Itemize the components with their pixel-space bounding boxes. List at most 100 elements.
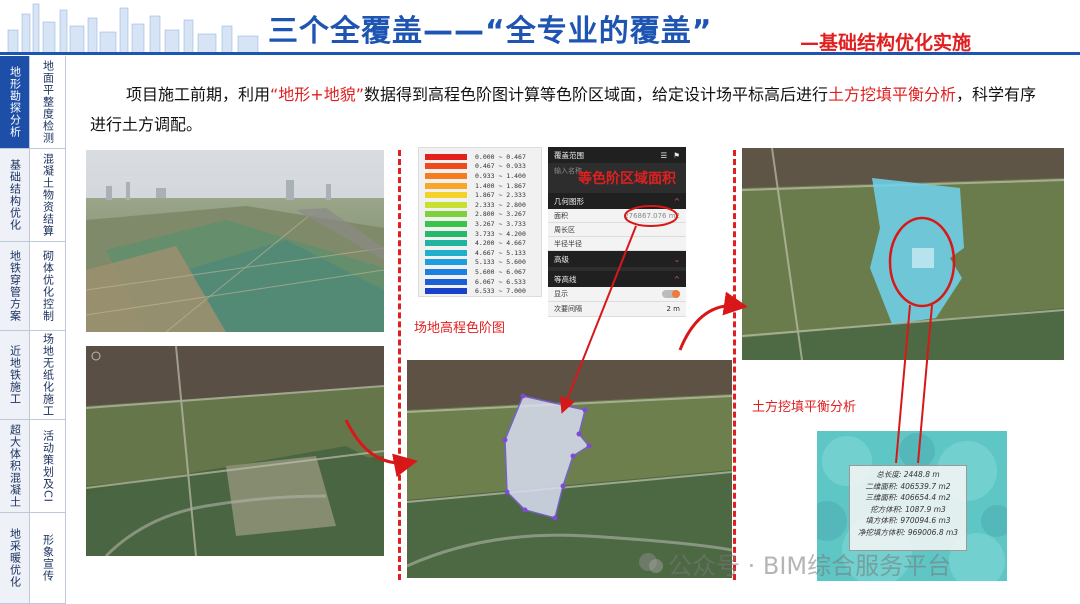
legend-swatch <box>425 240 467 247</box>
stat-cut-volume: 挖方体积: 1087.9 m3 <box>870 504 946 514</box>
aerial-map-original <box>86 346 384 556</box>
watermark-text: 公众号 · BIM综合服务平台 <box>668 552 952 580</box>
legend-swatch <box>425 192 467 199</box>
divider-dashed-line <box>733 150 736 580</box>
legend-item: 2.800 ~ 3.267 <box>425 210 535 220</box>
nav-sub-label[interactable]: 混凝土物资结算 <box>31 149 66 241</box>
legend-range: 3.733 ~ 4.200 <box>475 229 526 238</box>
nav-item-foundation[interactable]: 基础结构优化 混凝土物资结算 <box>0 149 66 242</box>
nav-category-label[interactable]: 地形勘探分析 <box>0 56 30 148</box>
nav-category-label[interactable]: 近地铁施工 <box>0 331 30 419</box>
legend-swatch <box>425 278 467 285</box>
chevron-down-icon: ⌄ <box>673 254 680 264</box>
stat-net-volume: 净挖填方体积: 969006.8 m3 <box>857 527 959 537</box>
nav-sub-label[interactable]: 活动策划及CI <box>31 420 66 512</box>
legend-item: 6.067 ~ 6.533 <box>425 277 535 287</box>
legend-item: 4.200 ~ 4.667 <box>425 238 535 248</box>
page-subtitle: —基础结构优化实施 <box>800 32 972 54</box>
flag-icon[interactable]: ⚑ <box>673 151 680 160</box>
construction-site-photo <box>86 150 384 332</box>
legend-item: 1.400 ~ 1.867 <box>425 181 535 191</box>
city-skyline-graphic <box>0 0 265 58</box>
legend-range: 1.867 ~ 2.333 <box>475 191 526 200</box>
nav-category-label[interactable]: 地铁穿管方案 <box>0 242 30 330</box>
legend-swatch <box>425 230 467 237</box>
nav-item-terrain[interactable]: 地形勘探分析 地面平整度检测 <box>0 56 66 149</box>
section-elevation[interactable]: 高级 ⌄ <box>548 251 686 267</box>
legend-range: 3.267 ~ 3.733 <box>475 219 526 228</box>
nav-category-label[interactable]: 超大体积混凝土 <box>0 420 30 512</box>
legend-item: 3.267 ~ 3.733 <box>425 219 535 229</box>
area-row: 面积 276867.076 m2 <box>548 209 686 223</box>
section-geometry[interactable]: 几何图形 ^ <box>548 193 686 209</box>
legend-range: 0.467 ~ 0.933 <box>475 162 526 171</box>
stat-3d-area: 三维面积: 406654.4 m2 <box>865 493 951 502</box>
chevron-up-icon: ^ <box>673 274 680 284</box>
legend-item: 0.000 ~ 0.467 <box>425 152 535 162</box>
nav-category-label[interactable]: 地采暖优化 <box>0 513 30 603</box>
divider-dashed-line <box>398 150 401 580</box>
interval-row: 次要间隔 2 m <box>548 302 686 317</box>
show-row: 显示 <box>548 287 686 302</box>
stat-total-length: 总长度: 2448.8 m <box>876 470 940 479</box>
menu-icon[interactable]: ☰ <box>661 151 668 160</box>
legend-swatch <box>425 288 467 295</box>
legend-item: 2.333 ~ 2.800 <box>425 200 535 210</box>
legend-swatch <box>425 268 467 275</box>
nav-item-mass-concrete[interactable]: 超大体积混凝土 活动策划及CI <box>0 420 66 513</box>
legend-swatch <box>425 211 467 218</box>
legend-range: 1.400 ~ 1.867 <box>475 181 526 190</box>
show-toggle[interactable] <box>662 290 680 298</box>
aerial-map-elevation-fill <box>742 148 1064 360</box>
legend-range: 2.800 ~ 3.267 <box>475 210 526 219</box>
legend-range: 4.200 ~ 4.667 <box>475 239 526 248</box>
legend-range: 5.133 ~ 5.600 <box>475 258 526 267</box>
legend-swatch <box>425 201 467 208</box>
legend-range: 6.533 ~ 7.000 <box>475 287 526 296</box>
nav-category-label[interactable]: 基础结构优化 <box>0 149 30 241</box>
stat-2d-area: 二维面积: 406539.7 m2 <box>865 481 951 491</box>
nav-sub-label[interactable]: 场地无纸化施工 <box>31 331 66 419</box>
legend-range: 5.600 ~ 6.067 <box>475 267 526 276</box>
contour-area-label: 等色阶区域面积 <box>578 171 676 187</box>
legend-item: 4.667 ~ 5.133 <box>425 248 535 258</box>
side-nav: 地形勘探分析 地面平整度检测 基础结构优化 混凝土物资结算 地铁穿管方案 砌体优… <box>0 56 66 604</box>
chevron-up-icon: ^ <box>673 196 680 206</box>
legend-item: 5.600 ~ 6.067 <box>425 267 535 277</box>
description-text: 项目施工前期，利用“地形+地貌”数据得到高程色阶图计算等色阶区域面，给定设计场平… <box>90 85 1037 134</box>
legend-item: 3.733 ~ 4.200 <box>425 229 535 239</box>
radius-row: 半径半径 <box>548 237 686 251</box>
legend-item: 6.533 ~ 7.000 <box>425 286 535 296</box>
legend-item: 0.933 ~ 1.400 <box>425 171 535 181</box>
perimeter-row: 周长区 <box>548 223 686 237</box>
page-title: 三个全覆盖——“全专业的覆盖” <box>268 14 713 49</box>
legend-swatch <box>425 259 467 266</box>
nav-item-subway-pipe[interactable]: 地铁穿管方案 砌体优化控制 <box>0 242 66 331</box>
nav-item-floor-heating[interactable]: 地采暖优化 形象宣传 <box>0 513 66 604</box>
stats-box: 总长度: 2448.8 m 二维面积: 406539.7 m2 三维面积: 40… <box>849 465 967 551</box>
nav-sub-label[interactable]: 砌体优化控制 <box>31 242 66 330</box>
legend-item: 1.867 ~ 2.333 <box>425 190 535 200</box>
legend-range: 2.333 ~ 2.800 <box>475 200 526 209</box>
elevation-legend: 0.000 ~ 0.467 0.467 ~ 0.933 0.933 ~ 1.400 1… <box>418 147 542 297</box>
header: 三个全覆盖——“全专业的覆盖” —基础结构优化实施 <box>0 0 1080 58</box>
nav-sub-label[interactable]: 地面平整度检测 <box>31 56 66 148</box>
legend-swatch <box>425 249 467 256</box>
legend-swatch <box>425 172 467 179</box>
legend-caption: 场地高程色阶图 <box>414 321 506 336</box>
stat-fill-volume: 填方体积: 970094.6 m3 <box>865 516 951 525</box>
section-contour[interactable]: 等高线 ^ <box>548 271 686 287</box>
legend-range: 0.933 ~ 1.400 <box>475 171 526 180</box>
legend-item: 5.133 ~ 5.600 <box>425 258 535 268</box>
slide: 三个全覆盖——“全专业的覆盖” —基础结构优化实施 地形勘探分析 地面平整度检测… <box>0 0 1080 604</box>
legend-swatch <box>425 153 467 160</box>
balance-analysis-label: 土方挖填平衡分析 <box>752 400 857 415</box>
legend-range: 6.067 ~ 6.533 <box>475 277 526 286</box>
panel-title: 覆盖范围 <box>554 150 584 160</box>
legend-swatch <box>425 182 467 189</box>
nav-item-near-subway[interactable]: 近地铁施工 场地无纸化施工 <box>0 331 66 420</box>
legend-item: 0.467 ~ 0.933 <box>425 162 535 172</box>
legend-range: 4.667 ~ 5.133 <box>475 248 526 257</box>
wechat-icon <box>639 553 663 573</box>
nav-sub-label[interactable]: 形象宣传 <box>31 513 66 603</box>
